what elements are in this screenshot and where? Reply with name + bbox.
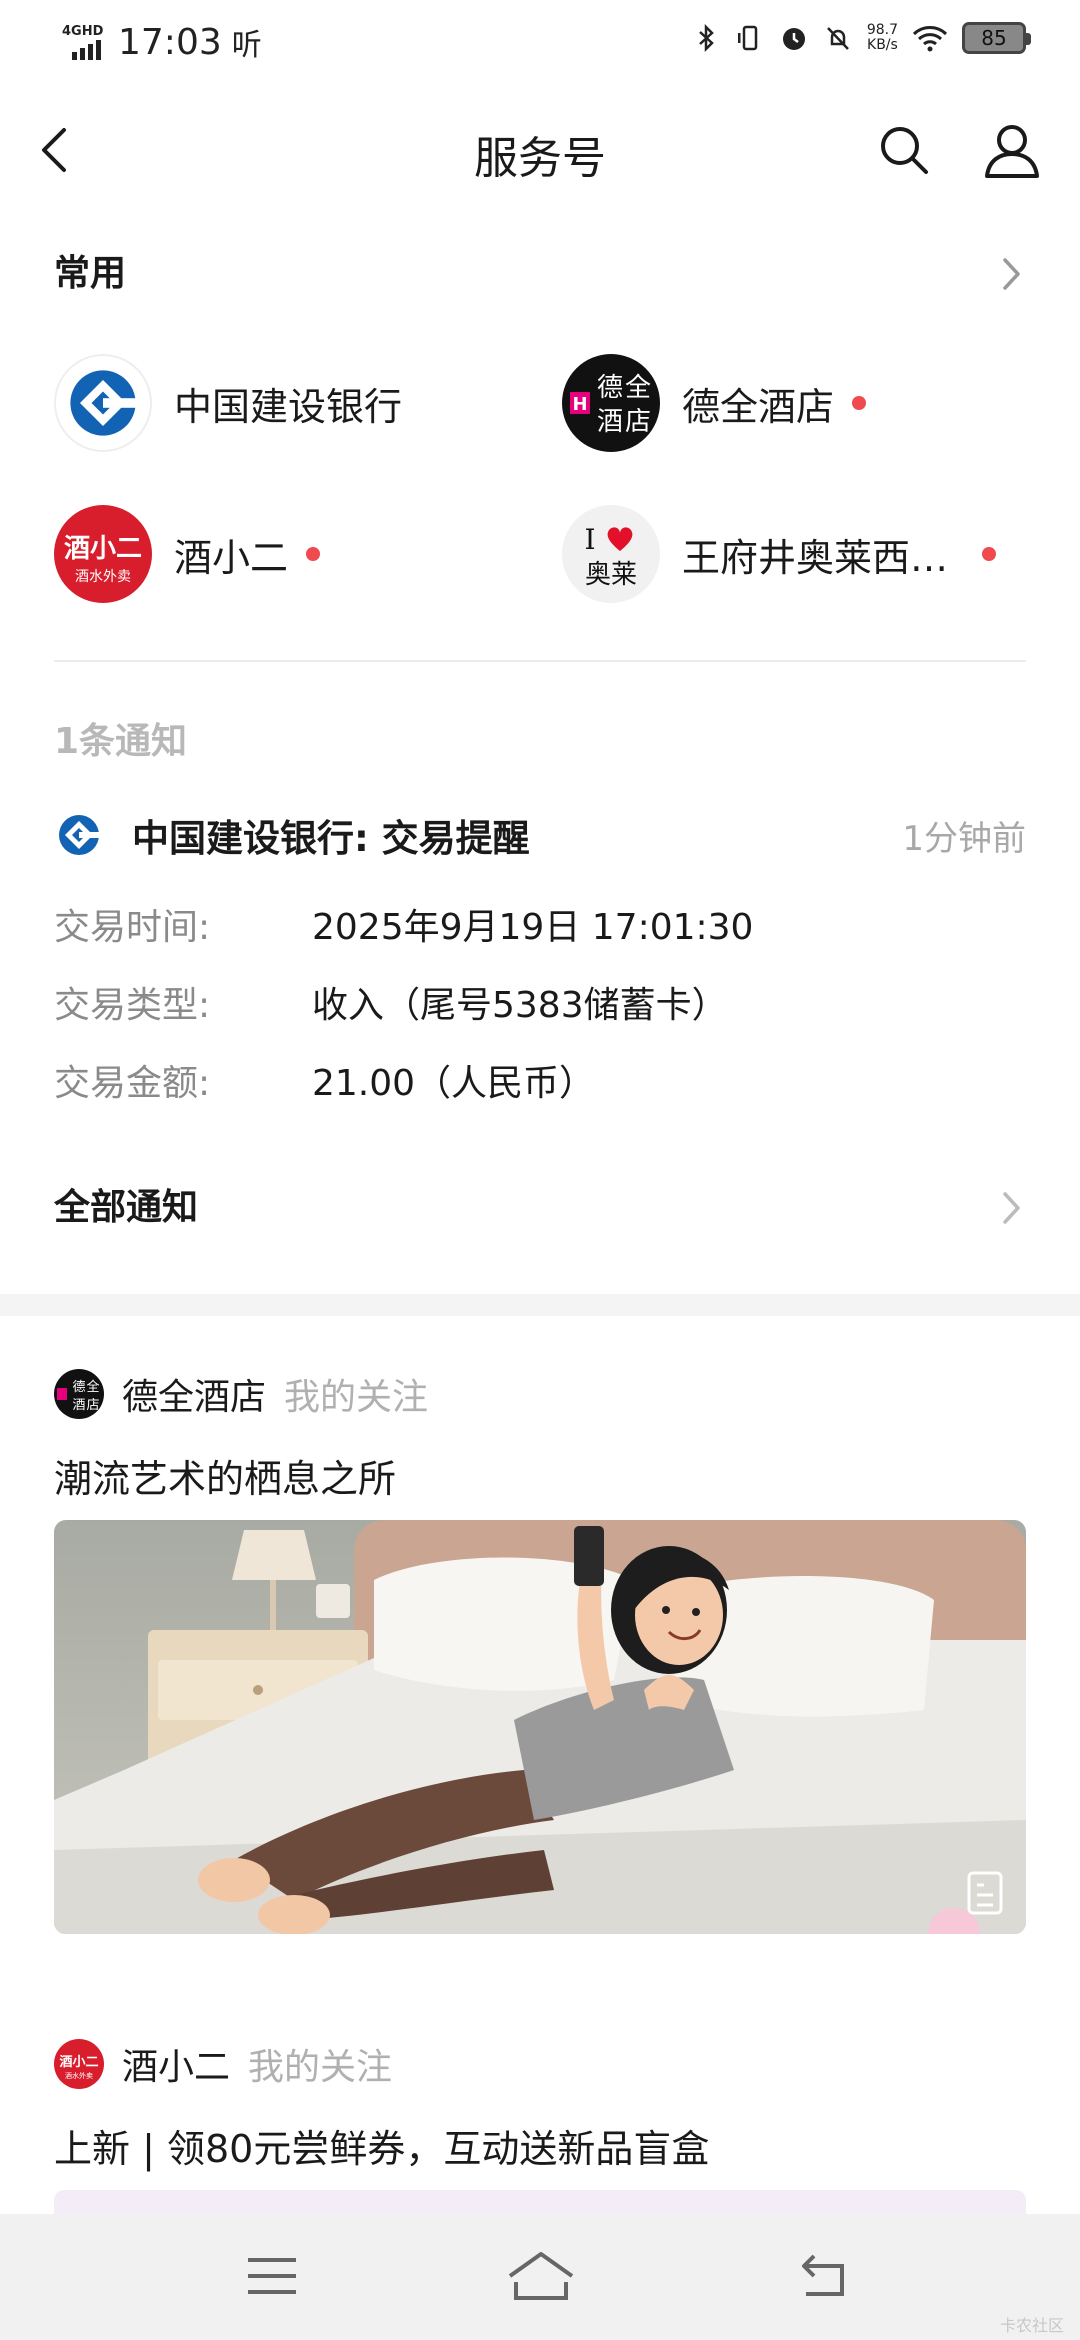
svg-text:酒小二: 酒小二 xyxy=(59,2055,98,2070)
status-bar: 4GHD 17:03 听 98.7 KB/s 85 xyxy=(0,0,1080,84)
dequan-logo-icon: 德 全 酒 店 xyxy=(57,1379,100,1413)
transaction-type-row: 交易类型: 收入（尾号5383储蓄卡） xyxy=(54,976,1026,1036)
account-name: 德全酒店 xyxy=(682,384,835,429)
return-icon[interactable] xyxy=(792,2246,856,2306)
bedroom-illustration xyxy=(54,1520,1026,1934)
wifi-icon xyxy=(912,26,948,52)
svg-text:店: 店 xyxy=(86,1398,99,1413)
user-icon[interactable] xyxy=(982,120,1042,180)
notification-item[interactable]: 中国建设银行: 交易提醒 1分钟前 xyxy=(54,800,1026,870)
notification-count: 1条通知 xyxy=(54,721,188,762)
svg-text:酒水外卖: 酒水外卖 xyxy=(75,569,131,585)
frequent-label: 常用 xyxy=(54,253,127,294)
svg-text:酒: 酒 xyxy=(597,407,623,437)
vibrate-icon xyxy=(737,25,758,51)
field-key: 交易金额: xyxy=(54,1063,211,1104)
unread-dot xyxy=(982,547,997,561)
svg-text:德: 德 xyxy=(597,373,623,403)
aolai-logo-icon: I 奥莱 xyxy=(584,523,637,590)
feed-cover-image[interactable] xyxy=(54,1520,1026,1934)
battery-icon: 85 xyxy=(962,22,1031,54)
svg-text:酒小二: 酒小二 xyxy=(64,534,142,564)
field-value: 21.00（人民币） xyxy=(312,1063,596,1104)
transaction-amount-row: 交易金额: 21.00（人民币） xyxy=(54,1054,1026,1114)
jiuxiaoer-logo-icon: 酒小二 酒水外卖 xyxy=(59,2055,98,2080)
mute-icon xyxy=(826,27,849,50)
alarm-icon xyxy=(782,28,805,50)
unread-dot xyxy=(306,547,321,561)
feed-follow-label: 我的关注 xyxy=(248,2047,393,2088)
net-speed: 98.7 KB/s xyxy=(867,23,898,53)
svg-text:德: 德 xyxy=(72,1380,85,1395)
account-wangfujing-outlets[interactable]: I 奥莱 王府井奥莱西… xyxy=(562,504,997,604)
jiuxiaoer-mini-avatar: 酒小二 酒水外卖 xyxy=(54,2039,104,2089)
svg-text:I: I xyxy=(584,523,595,556)
system-nav-bar xyxy=(0,2214,1080,2340)
section-gap xyxy=(0,1294,1080,1316)
chevron-right-icon xyxy=(1003,1192,1020,1224)
dequan-mini-avatar: 德 全 酒 店 xyxy=(54,1369,104,1419)
feed-title[interactable]: 上新 | 领80元尝鲜券，互动送新品盲盒 xyxy=(54,2118,709,2173)
field-value: 2025年9月19日 17:01:30 xyxy=(312,907,754,948)
ccb-logo-avatar xyxy=(54,354,152,452)
home-icon[interactable] xyxy=(506,2246,576,2306)
ccb-logo-icon xyxy=(70,370,138,436)
jiuxiaoer-logo-avatar: 酒小二 酒水外卖 xyxy=(54,505,152,603)
menu-icon[interactable] xyxy=(240,2246,304,2306)
feed-source-name: 酒小二 xyxy=(122,2047,231,2088)
all-notifications-label: 全部通知 xyxy=(54,1187,199,1228)
field-value: 收入（尾号5383储蓄卡） xyxy=(312,985,728,1026)
notification-title: 中国建设银行: 交易提醒 xyxy=(132,817,530,860)
account-name: 王府井奥莱西… xyxy=(682,535,949,580)
frequent-section-header[interactable]: 常用 xyxy=(54,244,1026,304)
bluetooth-icon xyxy=(698,23,714,53)
back-arrow-icon[interactable] xyxy=(30,122,80,178)
battery-level: 85 xyxy=(981,26,1007,50)
notification-time: 1分钟前 xyxy=(902,818,1026,859)
net-speed-value: 98.7 xyxy=(866,22,898,38)
feed-follow-label: 我的关注 xyxy=(284,1377,429,1418)
svg-text:酒: 酒 xyxy=(72,1398,85,1413)
svg-text:奥莱: 奥莱 xyxy=(585,560,637,590)
account-name: 中国建设银行 xyxy=(174,384,403,429)
svg-text:酒水外卖: 酒水外卖 xyxy=(65,2071,93,2080)
field-key: 交易时间: xyxy=(54,907,211,948)
divider xyxy=(54,660,1026,662)
ccb-logo-icon xyxy=(59,815,99,855)
account-dequan-hotel[interactable]: H 德 全 酒 店 德全酒店 xyxy=(562,353,867,453)
dequan-logo-icon: H 德 全 酒 店 xyxy=(570,373,651,437)
feed-source[interactable]: 酒小二 酒水外卖 酒小二 我的关注 xyxy=(54,2036,392,2092)
dequan-logo-avatar: H 德 全 酒 店 xyxy=(562,354,660,452)
feed-source[interactable]: 德 全 酒 店 德全酒店 我的关注 xyxy=(54,1366,428,1422)
svg-text:H: H xyxy=(572,394,587,415)
jiuxiaoer-logo-icon: 酒小二 酒水外卖 xyxy=(64,534,142,585)
account-jiuxiaoer[interactable]: 酒小二 酒水外卖 酒小二 xyxy=(54,504,321,604)
svg-text:全: 全 xyxy=(86,1379,99,1395)
account-ccb[interactable]: 中国建设银行 xyxy=(54,353,402,453)
status-time: 17:03 xyxy=(118,21,222,63)
feed-source-name: 德全酒店 xyxy=(122,1377,267,1418)
account-name: 酒小二 xyxy=(174,535,289,580)
ccb-small-avatar xyxy=(54,810,104,860)
svg-text:全: 全 xyxy=(625,373,651,403)
unread-dot xyxy=(852,396,867,410)
svg-text:店: 店 xyxy=(625,407,651,437)
network-type: 4GHD xyxy=(62,24,104,39)
signal-icon: 4GHD xyxy=(62,22,112,62)
watermark: 卡农社区 xyxy=(999,2316,1064,2335)
transaction-time-row: 交易时间: 2025年9月19日 17:01:30 xyxy=(54,898,1026,958)
feed-title[interactable]: 潮流艺术的栖息之所 xyxy=(54,1448,396,1503)
aolai-logo-avatar: I 奥莱 xyxy=(562,505,660,603)
search-icon[interactable] xyxy=(876,122,932,178)
field-key: 交易类型: xyxy=(54,985,211,1026)
header: 服务号 xyxy=(0,100,1080,200)
net-speed-unit: KB/s xyxy=(867,37,898,53)
chevron-right-icon xyxy=(1003,258,1020,290)
status-hd-label: 听 xyxy=(231,28,262,63)
all-notifications-link[interactable]: 全部通知 xyxy=(54,1178,1026,1238)
